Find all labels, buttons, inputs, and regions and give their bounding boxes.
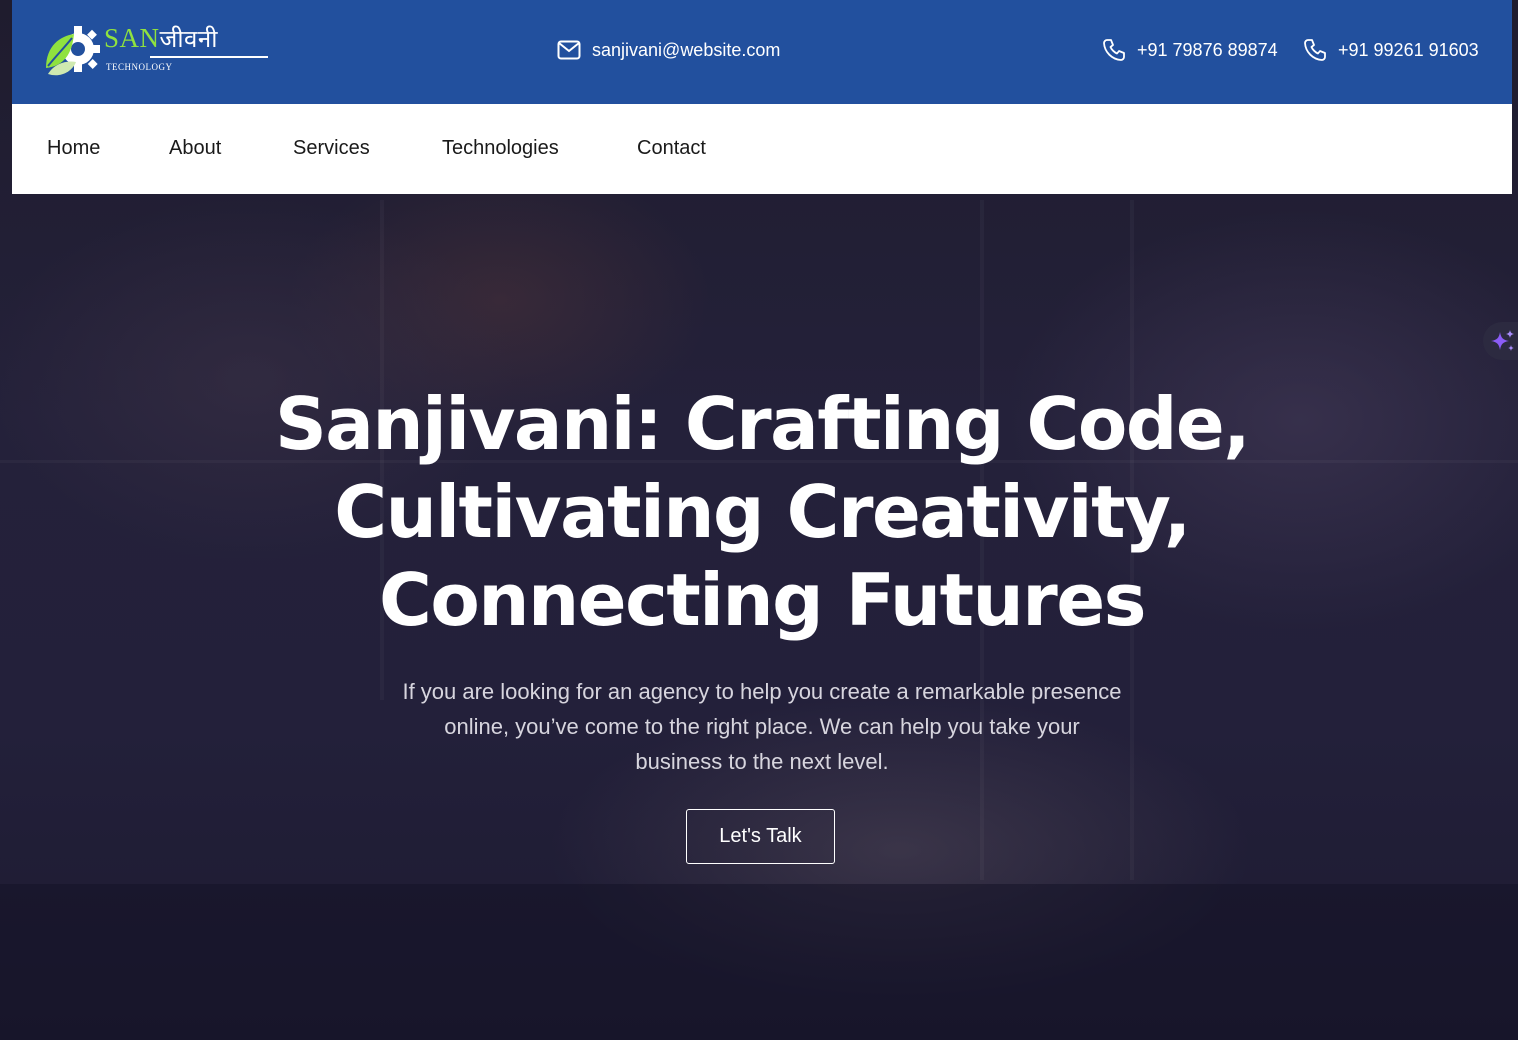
email-contact[interactable]: sanjivani@website.com: [557, 36, 780, 64]
hero-title-line-3: Connecting Futures: [378, 558, 1147, 642]
phone-2-text[interactable]: +91 99261 91603: [1338, 40, 1479, 61]
nav-item-home[interactable]: Home: [47, 137, 100, 160]
envelope-icon: [557, 40, 581, 60]
sparkle-icon: [1491, 330, 1514, 351]
phone-contact-1[interactable]: +91 79876 89874: [1102, 36, 1278, 64]
logo-gear-leaf-icon: [46, 26, 100, 76]
logo-underline: [150, 56, 268, 58]
phone-icon: [1103, 39, 1125, 61]
hero-title-line-2: Cultivating Creativity,: [334, 470, 1191, 554]
hero-lower-band: [0, 884, 1518, 1040]
lets-talk-button[interactable]: Let's Talk: [686, 809, 835, 864]
nav-item-technologies[interactable]: Technologies: [442, 137, 559, 160]
phone-1-text[interactable]: +91 79876 89874: [1137, 40, 1278, 61]
hero-subtitle: If you are looking for an agency to help…: [402, 679, 1122, 774]
hero-title-line-1: Sanjivani: Crafting Code,: [274, 382, 1251, 466]
site-logo[interactable]: SANजीवनी TECHNOLOGY: [42, 18, 268, 78]
assistant-sparkle-button[interactable]: [1483, 322, 1518, 360]
logo-primary-text: SAN: [104, 23, 160, 53]
top-contact-bar: SANजीवनी TECHNOLOGY sanjivani@website.co…: [12, 0, 1512, 104]
logo-subtitle: TECHNOLOGY: [106, 62, 173, 72]
email-text[interactable]: sanjivani@website.com: [592, 40, 780, 61]
nav-item-about[interactable]: About: [169, 137, 221, 160]
main-navigation: Home About Services Technologies Contact: [12, 104, 1512, 194]
phone-contact-2[interactable]: +91 99261 91603: [1303, 36, 1479, 64]
hero-title: Sanjivani: Crafting Code, Cultivating Cr…: [260, 380, 1264, 644]
logo-wordmark: SANजीवनी: [104, 22, 218, 55]
nav-item-contact[interactable]: Contact: [637, 137, 706, 160]
phone-icon: [1304, 39, 1326, 61]
logo-hindi-text: जीवनी: [159, 25, 218, 53]
nav-item-services[interactable]: Services: [293, 137, 370, 160]
